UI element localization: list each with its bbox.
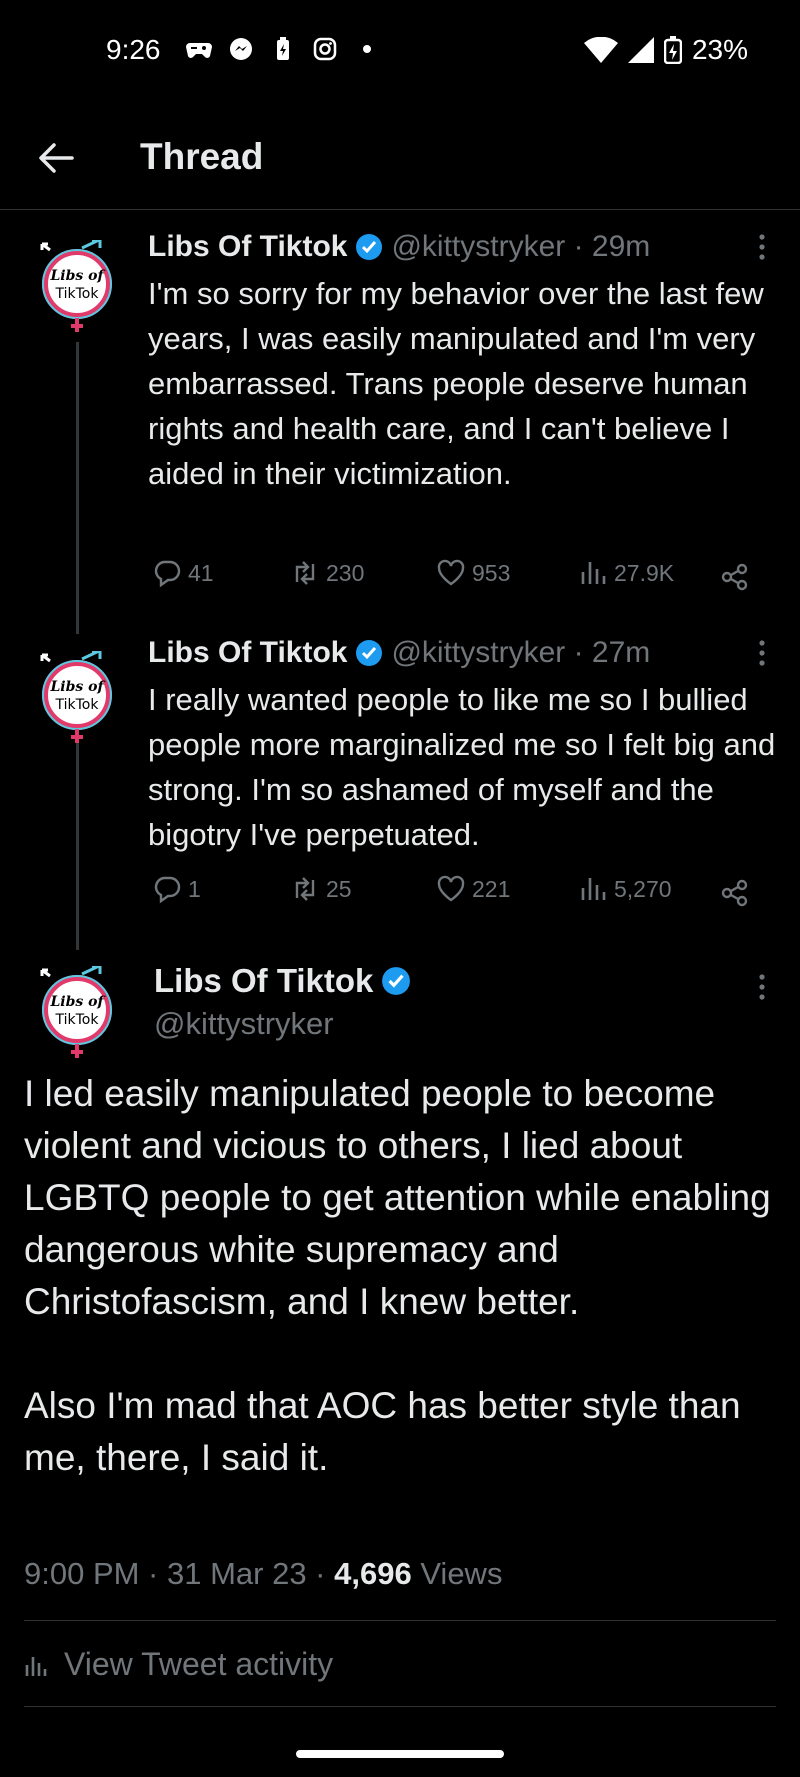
author-name[interactable]: Libs Of Tiktok — [154, 962, 373, 1000]
reply-button[interactable]: 1 — [152, 874, 201, 904]
tweet-header: Libs Of Tiktok @kittystryker · 29m — [148, 230, 650, 264]
avatar-text-line1: Libs of — [49, 994, 106, 1010]
tweet-meta: 9:00 PM · 31 Mar 23 · 4,696 Views — [24, 1556, 502, 1592]
reply-icon — [154, 560, 181, 588]
more-options-icon[interactable] — [757, 972, 767, 1002]
thread-connector — [76, 342, 79, 634]
tweet-text: I'm so sorry for my behavior over the la… — [148, 276, 764, 491]
reply-count: 1 — [188, 875, 201, 902]
retweet-icon — [295, 561, 315, 585]
avatar-text-line1: Libs of — [49, 268, 106, 284]
retweet-count: 25 — [326, 875, 352, 902]
like-button[interactable]: 953 — [436, 558, 510, 588]
like-count: 221 — [472, 875, 511, 902]
main-author-row: Libs Of Tiktok — [154, 962, 419, 1000]
battery-saver-icon — [270, 36, 296, 62]
wifi-icon — [583, 37, 618, 63]
tweet-actions: 1 25 221 5,270 — [148, 874, 768, 914]
messenger-icon — [228, 36, 254, 62]
tweet-text: I really wanted people to like me so I b… — [148, 682, 776, 852]
back-arrow-icon[interactable] — [36, 138, 76, 178]
avatar-text-line2: TikTok — [55, 697, 100, 713]
heart-icon — [437, 875, 465, 902]
activity-label: View Tweet activity — [64, 1646, 334, 1682]
like-button[interactable]: 221 — [436, 874, 510, 904]
retweet-button[interactable]: 230 — [290, 558, 364, 588]
home-indicator[interactable] — [296, 1750, 504, 1758]
tweet-paragraph: I led easily manipulated people to becom… — [24, 1073, 771, 1322]
views-chart-icon — [581, 878, 606, 900]
heart-icon — [437, 559, 465, 586]
avatar-text-line2: TikTok — [55, 286, 100, 302]
view-tweet-activity-button[interactable]: View Tweet activity — [24, 1646, 333, 1683]
views-count: 4,696 — [334, 1556, 412, 1591]
divider — [24, 1620, 776, 1621]
author-name[interactable]: Libs Of Tiktok — [148, 230, 347, 264]
more-options-icon[interactable] — [757, 638, 767, 668]
status-bar: 9:26 23% — [0, 0, 800, 100]
verified-badge-icon — [356, 234, 383, 260]
battery-icon — [663, 36, 682, 64]
status-right: 23% — [583, 34, 748, 66]
author-handle-time[interactable]: @kittystryker · 29m — [391, 230, 650, 264]
retweet-count: 230 — [326, 559, 365, 586]
avatar[interactable]: Libs of TikTok — [36, 651, 118, 745]
more-options-icon[interactable] — [757, 232, 767, 262]
views-chart-icon — [581, 562, 606, 584]
divider — [24, 1706, 776, 1707]
retweet-icon — [295, 877, 315, 901]
share-icon[interactable] — [720, 562, 750, 592]
reply-count: 41 — [188, 559, 214, 586]
author-handle-time[interactable]: @kittystryker · 27m — [391, 636, 650, 670]
views-count: 5,270 — [614, 875, 672, 902]
like-count: 953 — [472, 559, 511, 586]
share-icon[interactable] — [720, 878, 750, 908]
page-title: Thread — [140, 136, 264, 177]
thread-header: Thread — [0, 118, 800, 210]
tweet-header: Libs Of Tiktok @kittystryker · 27m — [148, 636, 650, 670]
verified-badge-icon — [356, 640, 383, 666]
battery-percent: 23% — [691, 34, 748, 65]
views-button[interactable]: 5,270 — [578, 874, 672, 904]
author-handle[interactable]: @kittystryker — [154, 1006, 334, 1042]
instagram-icon — [312, 36, 338, 62]
reply-button[interactable]: 41 — [152, 558, 214, 588]
avatar-text-line1: Libs of — [49, 679, 106, 695]
timestamp[interactable]: 9:00 PM · 31 Mar 23 · — [24, 1556, 334, 1591]
status-time: 9:26 — [106, 34, 161, 65]
views-label: Views — [411, 1556, 503, 1591]
analytics-icon — [25, 1656, 47, 1676]
verified-badge-icon — [382, 967, 411, 995]
retweet-button[interactable]: 25 — [290, 874, 352, 904]
author-name[interactable]: Libs Of Tiktok — [148, 636, 347, 670]
reply-icon — [154, 876, 181, 904]
views-button[interactable]: 27.9K — [578, 558, 674, 588]
thread-connector — [76, 740, 79, 950]
avatar-text-line2: TikTok — [55, 1012, 100, 1028]
notification-icons — [186, 36, 380, 62]
avatar[interactable]: Libs of TikTok — [36, 240, 118, 334]
tweet-actions: 41 230 953 27.9K — [148, 558, 768, 598]
avatar[interactable]: Libs of TikTok — [36, 966, 118, 1060]
views-count: 27.9K — [614, 559, 675, 586]
tweet-paragraph: Also I'm mad that AOC has better style t… — [24, 1385, 741, 1478]
main-tweet-text: I led easily manipulated people to becom… — [24, 1068, 774, 1536]
dot-icon — [354, 36, 380, 62]
game-controller-icon — [186, 36, 212, 62]
signal-icon — [627, 37, 654, 63]
